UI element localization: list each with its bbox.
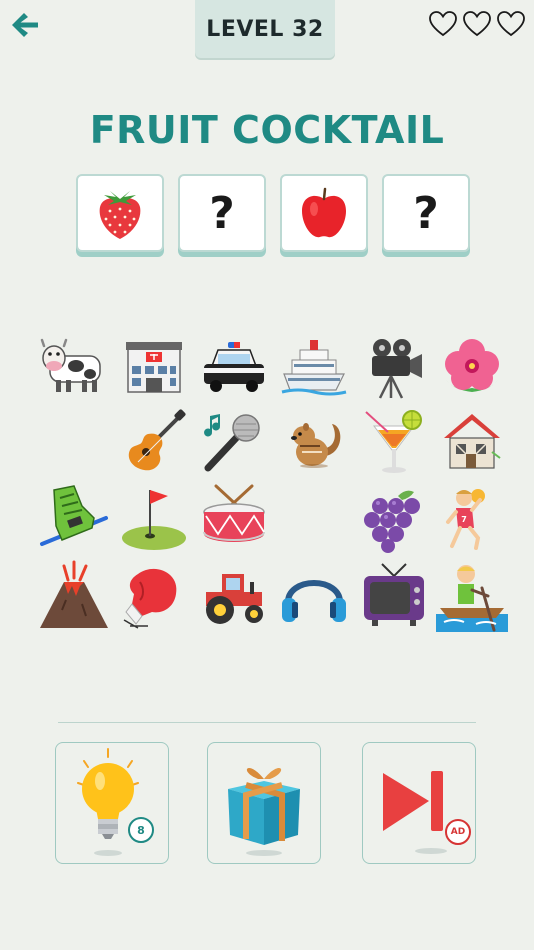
divider [58, 722, 476, 723]
level-label: LEVEL 32 [206, 16, 324, 42]
choice-boxing-glove[interactable] [118, 560, 190, 632]
answer-slot-2[interactable]: ? [178, 174, 266, 252]
svg-text:7: 7 [461, 515, 467, 524]
headphones-icon [282, 580, 346, 622]
choice-cruise-ship[interactable] [278, 330, 350, 402]
answer-slots: ? ? [76, 174, 470, 252]
heart-icon [429, 11, 457, 37]
choice-movie-camera[interactable] [358, 330, 430, 402]
back-button[interactable] [8, 8, 42, 42]
cruise-ship-icon [281, 340, 347, 396]
puzzle-title: FRUIT COCKTAIL [89, 108, 445, 152]
skip-button[interactable]: AD [362, 742, 476, 864]
choice-guitar[interactable] [118, 406, 190, 478]
answer-slot-1[interactable] [76, 174, 164, 252]
choice-post-office[interactable] [118, 330, 190, 402]
choice-tropical-drink[interactable] [358, 406, 430, 478]
police-car-icon [204, 342, 264, 392]
gift-box-icon [228, 768, 300, 856]
drum-icon [203, 484, 265, 542]
choice-rowboat[interactable] [436, 560, 508, 632]
choice-handball-player[interactable]: 7 [436, 482, 508, 554]
heart-icon [463, 11, 491, 37]
choice-hibiscus[interactable] [436, 330, 508, 402]
choice-headphones[interactable] [278, 560, 350, 632]
grapes-icon [364, 490, 420, 553]
chipmunk-icon [291, 423, 341, 468]
level-banner: LEVEL 32 [195, 0, 335, 58]
post-office-icon [126, 342, 182, 393]
microphone-icon [204, 414, 260, 472]
television-icon [364, 563, 424, 626]
lives-indicator [428, 10, 526, 38]
choice-ski-boot[interactable] [38, 482, 110, 554]
ad-badge: AD [445, 819, 471, 845]
movie-camera-icon [372, 339, 422, 399]
choice-grapes[interactable] [358, 482, 430, 554]
choice-cow[interactable] [38, 330, 110, 402]
choice-grid: 7 [38, 330, 508, 640]
answer-slot-4[interactable]: ? [382, 174, 470, 252]
unknown-letter: ? [413, 187, 439, 239]
choice-chipmunk[interactable] [278, 406, 350, 478]
answer-slot-3[interactable] [280, 174, 368, 252]
choice-television[interactable] [358, 560, 430, 632]
rowboat-icon [436, 565, 508, 632]
arrow-left-icon [12, 13, 38, 37]
apple-icon [302, 187, 346, 238]
hint-button[interactable]: 8 [55, 742, 169, 864]
volcano-icon [40, 560, 108, 628]
handball-player-icon: 7 [446, 489, 485, 550]
choice-drum[interactable] [198, 482, 270, 554]
ski-boot-icon [40, 485, 108, 546]
boxing-glove-icon [123, 568, 177, 629]
guitar-icon [128, 409, 186, 471]
choice-volcano[interactable] [38, 560, 110, 632]
unknown-letter: ? [209, 187, 235, 239]
golf-flag-icon [122, 490, 186, 550]
choice-tractor[interactable] [198, 560, 270, 632]
tropical-drink-icon [365, 410, 422, 473]
skip-level-icon [383, 771, 447, 854]
choice-derelict-house[interactable] [436, 406, 508, 478]
choice-microphone[interactable] [198, 406, 270, 478]
tractor-icon [206, 574, 263, 624]
heart-icon [497, 11, 525, 37]
hibiscus-icon [445, 339, 499, 392]
derelict-house-icon [444, 414, 501, 469]
hint-count-badge: 8 [128, 817, 154, 843]
hint-lightbulb-icon [77, 748, 139, 856]
choice-police-car[interactable] [198, 330, 270, 402]
cow-icon [40, 338, 101, 392]
choice-golf-flag[interactable] [118, 482, 190, 554]
gift-button[interactable] [207, 742, 321, 864]
strawberry-icon [99, 191, 141, 239]
